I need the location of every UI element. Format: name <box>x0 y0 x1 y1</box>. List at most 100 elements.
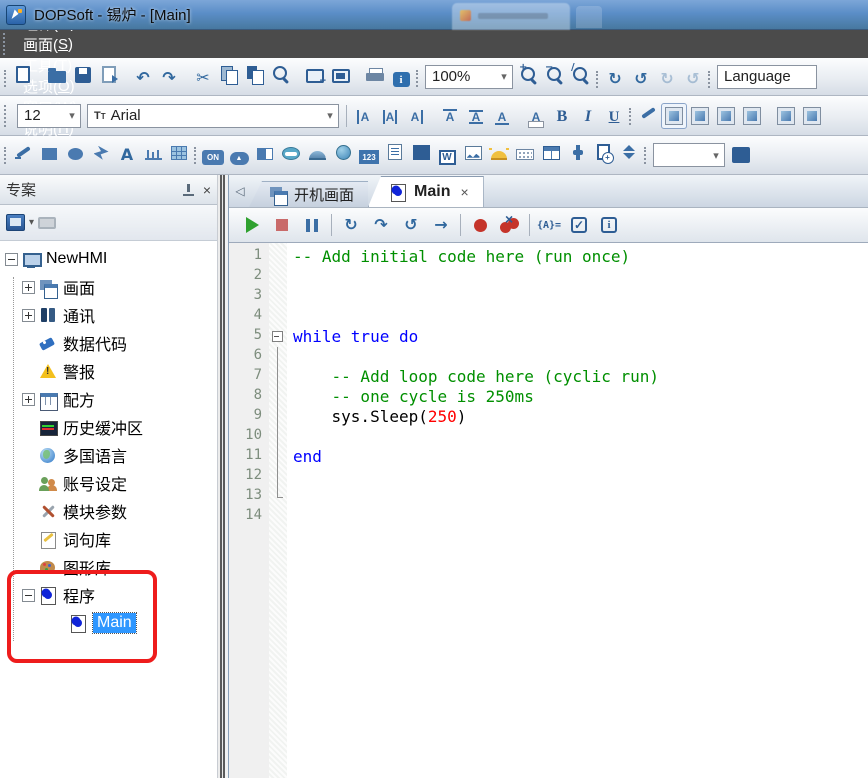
tab-startup-screen[interactable]: 开机画面 <box>249 181 368 207</box>
rect-button[interactable] <box>36 141 62 167</box>
tree-item-gallery[interactable]: 图形库 <box>0 553 217 581</box>
code-text[interactable]: -- Add initial code here (run once)while… <box>287 243 868 778</box>
language-combobox[interactable]: Language <box>717 65 817 89</box>
zoom-out-button[interactable]: − <box>542 62 568 88</box>
about-button[interactable] <box>388 67 414 93</box>
rotate-ccw-button[interactable]: ↺ <box>628 66 654 92</box>
rotate-cw-button[interactable]: ↻ <box>602 66 628 92</box>
scale-button[interactable] <box>140 141 166 167</box>
align-left-button[interactable]: A <box>351 104 377 130</box>
pen-button[interactable] <box>10 139 36 165</box>
tree-item-account[interactable]: 账号设定 <box>0 469 217 497</box>
expand-icon[interactable] <box>22 309 35 322</box>
step-into-button[interactable]: ↻ <box>338 212 364 238</box>
chevron-down-icon[interactable]: ▾ <box>29 217 34 228</box>
menu-item-4[interactable]: 画面(S) <box>12 34 88 55</box>
font-name-combobox[interactable]: TT Arial <box>87 104 339 128</box>
pic-right-button[interactable] <box>799 103 825 129</box>
line-number-gutter[interactable]: 1234567891011121314 <box>229 243 269 778</box>
screen-copy-button[interactable] <box>328 63 354 89</box>
redo-button[interactable]: ↷ <box>156 65 182 91</box>
collapse-icon[interactable] <box>5 253 18 266</box>
print-button[interactable] <box>362 62 388 88</box>
syntax-check-button[interactable] <box>566 212 592 238</box>
new-button[interactable] <box>10 61 36 87</box>
align-center-button[interactable]: A <box>377 104 403 130</box>
expand-icon[interactable] <box>22 281 35 294</box>
meter-button[interactable] <box>304 142 330 168</box>
text-button[interactable]: A <box>114 142 140 168</box>
bar-button[interactable] <box>252 141 278 167</box>
tree-item-module[interactable]: 模块参数 <box>0 497 217 525</box>
draw-line-button[interactable] <box>635 100 661 126</box>
close-icon[interactable]: × <box>203 182 211 198</box>
zoom-level-combobox[interactable]: 100% <box>425 65 513 89</box>
project-icon[interactable] <box>6 214 25 231</box>
n-state-button[interactable] <box>408 139 434 165</box>
circle-meter-button[interactable] <box>330 139 356 165</box>
tab-scroll-left-icon[interactable]: ◁ <box>231 179 249 203</box>
tab-close-icon[interactable]: × <box>460 184 468 200</box>
table-button[interactable] <box>538 140 564 166</box>
trend-button[interactable] <box>460 140 486 166</box>
alarm-button[interactable] <box>486 142 512 168</box>
tree-item-comm[interactable]: 通讯 <box>0 301 217 329</box>
state-combobox[interactable] <box>653 143 725 167</box>
tab-main[interactable]: Main × <box>368 176 484 207</box>
tree-item-program[interactable]: 程序 <box>0 581 217 609</box>
save-page-button[interactable] <box>96 61 122 87</box>
save-button[interactable] <box>70 62 96 88</box>
italic-button[interactable]: I <box>575 104 601 130</box>
momentary-button[interactable] <box>226 145 252 171</box>
ellipse-button[interactable] <box>62 141 88 167</box>
rotate-cw2-button[interactable]: ↻ <box>654 66 680 92</box>
expand-icon[interactable] <box>22 393 35 406</box>
wave-button[interactable]: W <box>434 144 460 170</box>
sort-button[interactable] <box>616 139 642 165</box>
pause-button[interactable] <box>299 212 325 238</box>
font-color-button[interactable]: A <box>523 106 549 132</box>
watch-button[interactable] <box>536 212 562 238</box>
zoom-in-button[interactable]: + <box>516 62 542 88</box>
fold-collapse-icon[interactable] <box>269 327 287 347</box>
tree-item-main[interactable]: Main <box>0 609 217 637</box>
pipe-button[interactable] <box>564 139 590 165</box>
pic-center-button[interactable] <box>713 103 739 129</box>
pic-left-button[interactable] <box>773 103 799 129</box>
undo-button[interactable]: ↶ <box>130 65 156 91</box>
tank-button[interactable] <box>278 140 304 166</box>
tree-item-language[interactable]: 多国语言 <box>0 441 217 469</box>
pic-tile-button[interactable] <box>739 103 765 129</box>
run-button[interactable] <box>239 212 265 238</box>
record-button[interactable] <box>382 139 408 165</box>
tree-item-alarm[interactable]: 警报 <box>0 357 217 385</box>
keypad-button[interactable] <box>512 141 538 167</box>
rotate-ccw2-button[interactable]: ↺ <box>680 66 706 92</box>
menu-grip[interactable] <box>3 33 9 55</box>
numeric-button[interactable] <box>356 144 382 170</box>
script-info-button[interactable] <box>596 212 622 238</box>
paste-button[interactable] <box>242 61 268 87</box>
on-button-button[interactable] <box>200 144 226 170</box>
multi-button[interactable] <box>728 142 754 168</box>
clear-breakpoints-button[interactable] <box>497 212 523 238</box>
zoom-reset-button[interactable]: / <box>568 62 594 88</box>
align-right-button[interactable]: A <box>403 104 429 130</box>
find-button[interactable] <box>268 61 294 87</box>
tree-item-history[interactable]: 历史缓冲区 <box>0 413 217 441</box>
tree-item-phrase[interactable]: 词句库 <box>0 525 217 553</box>
page-add-button[interactable] <box>590 139 616 165</box>
polygon-button[interactable] <box>88 140 114 166</box>
valign-bottom-button[interactable]: A <box>489 105 515 131</box>
cut-button[interactable]: ✂ <box>190 65 216 91</box>
valign-middle-button[interactable]: A <box>463 104 489 130</box>
tree-item-datacode[interactable]: 数据代码 <box>0 329 217 357</box>
tree-item-recipe[interactable]: 配方 <box>0 385 217 413</box>
pic-actual-button[interactable] <box>661 103 687 129</box>
collapse-icon[interactable] <box>22 589 35 602</box>
step-over-button[interactable]: ↷ <box>368 212 394 238</box>
tree-item-screens[interactable]: 画面 <box>0 273 217 301</box>
stop-button[interactable] <box>269 212 295 238</box>
run-to-button[interactable]: → <box>428 212 454 238</box>
open-button[interactable] <box>44 64 70 90</box>
